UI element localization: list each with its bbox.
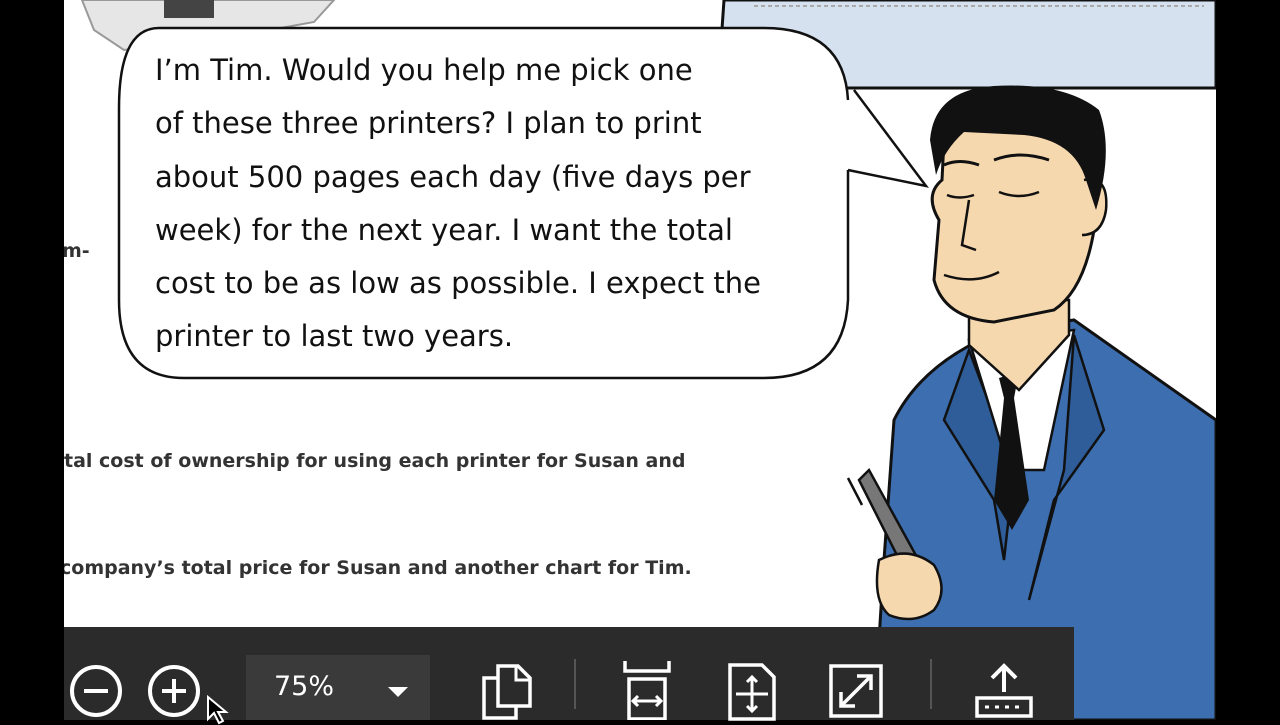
zoom-out-icon bbox=[70, 665, 122, 717]
fit-page-icon bbox=[728, 663, 776, 721]
fullscreen-icon bbox=[829, 664, 883, 718]
share-button[interactable] bbox=[972, 661, 1036, 721]
bubble-line: cost to be as low as possible. I expect … bbox=[155, 266, 761, 301]
speech-bubble-text: I’m Tim. Would you help me pick one of t… bbox=[155, 44, 795, 364]
zoom-level-value: 75% bbox=[274, 671, 335, 702]
zoom-level-select[interactable]: 75% bbox=[246, 655, 430, 720]
bubble-line: I’m Tim. Would you help me pick one bbox=[155, 53, 693, 87]
share-icon bbox=[975, 663, 1033, 718]
zoom-in-button[interactable] bbox=[144, 661, 204, 721]
zoom-in-icon bbox=[148, 665, 200, 717]
zoom-out-button[interactable] bbox=[66, 661, 126, 721]
document-text-fragment: m- bbox=[64, 240, 90, 262]
document-page: I’m Tim. Would you help me pick one of t… bbox=[64, 0, 1216, 720]
bubble-line: printer to last two years. bbox=[155, 319, 514, 354]
copy-icon bbox=[482, 664, 532, 720]
fit-width-button[interactable] bbox=[616, 657, 678, 720]
bubble-line: of these three printers? I plan to print bbox=[155, 106, 702, 141]
toolbar-separator bbox=[930, 659, 932, 709]
toolbar-separator bbox=[574, 659, 576, 709]
mouse-cursor-icon bbox=[207, 695, 229, 725]
viewer-toolbar: 75% bbox=[64, 627, 1074, 725]
document-instruction-line: tal cost of ownership for using each pri… bbox=[64, 450, 686, 472]
document-instruction-line: company’s total price for Susan and anot… bbox=[64, 557, 692, 579]
fit-width-icon bbox=[623, 661, 671, 720]
bubble-line: about 500 pages each day (five days per bbox=[155, 159, 751, 194]
copy-button[interactable] bbox=[476, 661, 536, 721]
bubble-line: week) for the next year. I want the tota… bbox=[155, 212, 733, 247]
fullscreen-button[interactable] bbox=[826, 661, 886, 721]
fit-page-button[interactable] bbox=[722, 661, 782, 721]
chevron-down-icon bbox=[388, 687, 408, 697]
